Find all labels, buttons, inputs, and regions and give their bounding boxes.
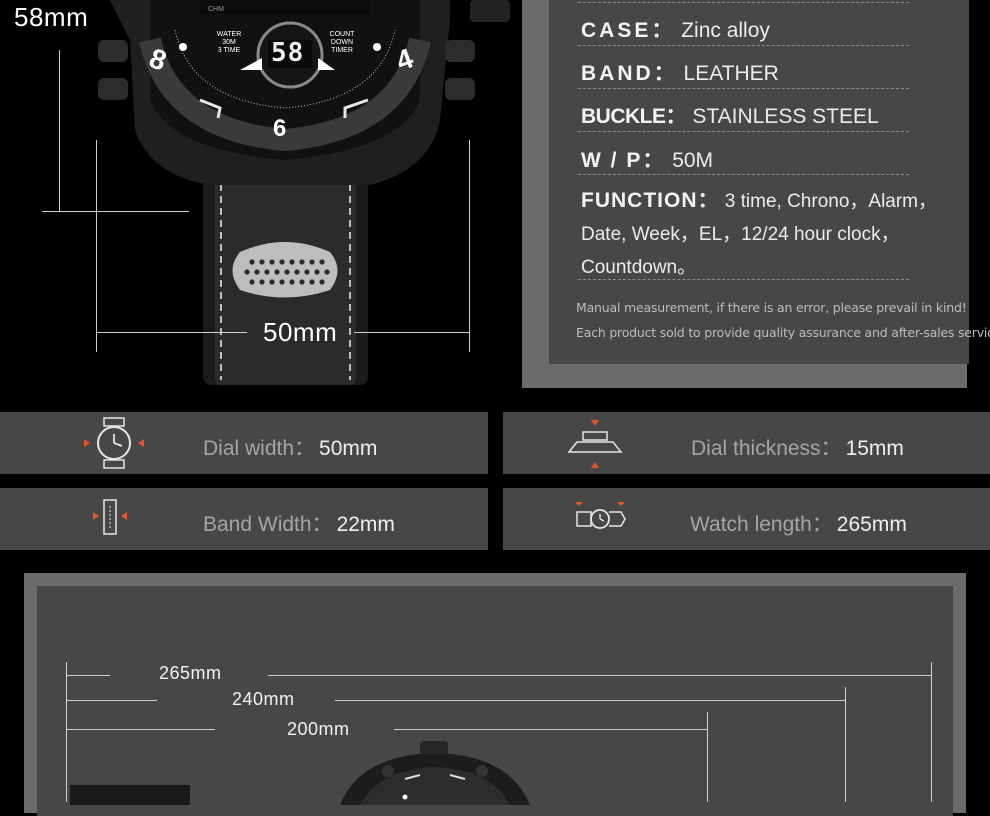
info-dial-width-label: Dial width： bbox=[203, 437, 316, 460]
length-265-line-right bbox=[268, 675, 931, 676]
height-dimension-label: 58mm bbox=[14, 2, 89, 32]
dial-water-label: WATER 30M 3 TIME bbox=[214, 31, 244, 55]
info-dial-thickness-label: Dial thickness： bbox=[691, 437, 842, 460]
info-watch-length-value: 265mm bbox=[836, 513, 907, 536]
info-band-width-label: Band Width： bbox=[203, 513, 333, 536]
spec-buckle-label: BUCKLE bbox=[581, 105, 666, 128]
band-width-icon bbox=[93, 499, 127, 535]
spec-row-waterproof: W / P： 50M bbox=[581, 149, 714, 172]
watch-front-image bbox=[98, 0, 510, 385]
spec-separator bbox=[578, 88, 909, 89]
dial-digital-display: 58 bbox=[271, 38, 305, 68]
length-240-right-tick bbox=[845, 687, 846, 802]
info-dial-thickness-text: Dial thickness： 15mm bbox=[691, 432, 904, 462]
spec-band-label: BAND bbox=[581, 62, 654, 85]
dial-down-text: DOWN bbox=[330, 39, 354, 46]
spec-separator bbox=[578, 2, 909, 3]
spec-case-label: CASE bbox=[581, 19, 652, 42]
watch-side-image bbox=[70, 741, 530, 805]
info-dial-width-value: 50mm bbox=[319, 437, 378, 460]
spec-function-label: FUNCTION bbox=[581, 189, 698, 212]
measurement-note: Manual measurement, if there is an error… bbox=[576, 300, 967, 315]
dial-three-time: 3 TIME bbox=[217, 47, 241, 54]
length-265-label: 265mm bbox=[159, 663, 222, 683]
spec-wp-label: W / P bbox=[581, 149, 643, 172]
watch-thickness-icon bbox=[567, 420, 623, 468]
spec-row-band: BAND： LEATHER bbox=[581, 62, 779, 85]
dial-chm-label: CHM bbox=[208, 6, 224, 13]
width-dimension-right-tick bbox=[469, 140, 470, 352]
info-bar-dial-width: Dial width： 50mm bbox=[0, 412, 488, 474]
height-dimension-line bbox=[59, 50, 60, 212]
spec-row-case: CASE： Zinc alloy bbox=[581, 19, 770, 42]
dial-water-depth: 30M bbox=[222, 39, 236, 46]
info-band-width-text: Band Width： 22mm bbox=[203, 508, 395, 538]
info-watch-length-label: Watch length： bbox=[690, 513, 833, 536]
width-dimension-left-tick bbox=[96, 140, 97, 352]
dial-numeral-six: 6 bbox=[273, 115, 287, 142]
length-240-label: 240mm bbox=[232, 689, 295, 709]
info-watch-length-text: Watch length： 265mm bbox=[690, 508, 907, 538]
width-dimension-line-left bbox=[97, 332, 247, 333]
width-dimension-line-right bbox=[354, 332, 469, 333]
length-240-line-right bbox=[335, 700, 845, 701]
warranty-note: Each product sold to provide quality ass… bbox=[576, 325, 990, 340]
spec-separator bbox=[578, 279, 909, 280]
info-dial-thickness-value: 15mm bbox=[845, 437, 904, 460]
length-240-line-left bbox=[67, 700, 157, 701]
spec-function: FUNCTION： 3 time, Chrono，Alarm，Date, Wee… bbox=[581, 189, 938, 278]
length-200-right-tick bbox=[707, 712, 708, 802]
dial-water-text: WATER bbox=[216, 31, 242, 38]
spec-wp-value: 50M bbox=[672, 149, 714, 172]
dial-timer-text: TIMER bbox=[331, 47, 353, 54]
spec-separator bbox=[578, 174, 909, 175]
spec-buckle-value: STAINLESS STEEL bbox=[692, 105, 879, 128]
spec-case-value: Zinc alloy bbox=[681, 19, 770, 42]
info-bar-band-width: Band Width： 22mm bbox=[0, 488, 488, 550]
length-265-line-left bbox=[67, 675, 110, 676]
spec-separator bbox=[578, 45, 909, 46]
length-265-right-tick bbox=[931, 662, 932, 802]
spec-separator bbox=[578, 131, 909, 132]
watch-dial-width-icon bbox=[84, 417, 144, 469]
dial-count-text: COUNT bbox=[329, 31, 355, 38]
spec-row-buckle: BUCKLE： STAINLESS STEEL bbox=[581, 105, 879, 128]
height-dimension-base bbox=[42, 211, 189, 212]
width-dimension-label: 50mm bbox=[263, 317, 338, 347]
length-200-line-right bbox=[394, 729, 707, 730]
info-band-width-value: 22mm bbox=[336, 513, 395, 536]
info-bar-watch-length: Watch length： 265mm bbox=[503, 488, 990, 550]
spec-band-value: LEATHER bbox=[683, 62, 779, 85]
dial-countdown-label: COUNT DOWN TIMER bbox=[326, 31, 358, 55]
length-200-line-left bbox=[67, 729, 215, 730]
info-bar-dial-thickness: Dial thickness： 15mm bbox=[503, 412, 990, 474]
watch-length-icon bbox=[575, 502, 626, 529]
info-dial-width-text: Dial width： 50mm bbox=[203, 432, 377, 462]
